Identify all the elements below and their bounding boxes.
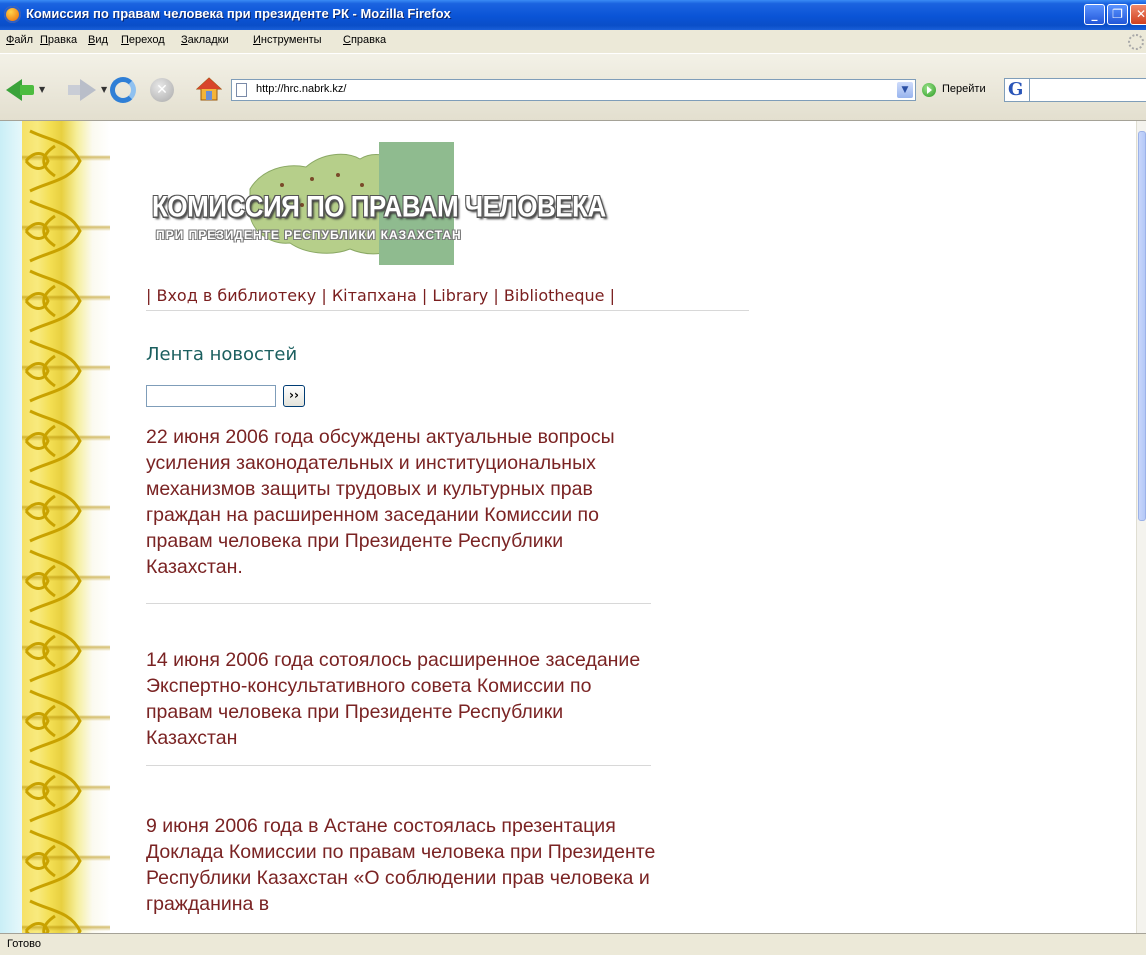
title-bar: Комиссия по правам человека при президен… (0, 0, 1146, 30)
home-icon[interactable] (195, 76, 223, 102)
news-feed-heading: Лента новостей (146, 344, 298, 365)
menu-tools[interactable]: Инструменты (253, 34, 322, 46)
link-library[interactable]: Library (432, 286, 488, 305)
firefox-icon (4, 6, 21, 23)
logo-subtitle: ПРИ ПРЕЗИДЕНТЕ РЕСПУБЛИКИ КАЗАХСТАН (156, 228, 462, 242)
ornament-motif (24, 829, 82, 893)
ornament-edge-strip (0, 121, 22, 933)
ornament-motif (24, 339, 82, 403)
ornament-motif (24, 409, 82, 473)
menu-help[interactable]: Справка (343, 34, 386, 46)
minimize-button[interactable]: _ (1084, 4, 1105, 25)
site-logo: КОМИССИЯ ПО ПРАВАМ ЧЕЛОВЕКА ПРИ ПРЕЗИДЕН… (146, 141, 606, 267)
reload-icon[interactable] (110, 77, 136, 103)
logo-title: КОМИССИЯ ПО ПРАВАМ ЧЕЛОВЕКА (152, 189, 606, 224)
window-title: Комиссия по правам человека при президен… (26, 6, 451, 21)
address-bar[interactable]: http://hrc.nabrk.kz/ ▼ (231, 79, 916, 101)
throbber-icon (1128, 34, 1144, 50)
scrollbar-thumb[interactable] (1138, 131, 1146, 521)
link-library-login[interactable]: Вход в библиотеку (156, 286, 316, 305)
ornament-motif (24, 899, 82, 933)
news-item[interactable]: 22 июня 2006 года обсуждены актуальные в… (146, 424, 656, 580)
close-button[interactable]: ✕ (1130, 4, 1146, 25)
status-bar: Готово (0, 933, 1146, 955)
stop-icon[interactable]: ✕ (150, 78, 174, 102)
ornament-motif (24, 269, 82, 333)
menu-edit[interactable]: Правка (40, 34, 77, 46)
go-label: Перейти (942, 83, 986, 95)
url-dropdown-icon[interactable]: ▼ (897, 82, 913, 98)
menu-bar: Файл Правка Вид Переход Закладки Инструм… (0, 30, 1146, 54)
ornament-motif (24, 549, 82, 613)
news-search-button[interactable]: ›› (283, 385, 305, 407)
back-history-dropdown-icon[interactable]: ▼ (39, 85, 45, 94)
divider (146, 765, 651, 766)
news-search-input[interactable] (146, 385, 276, 407)
news-item[interactable]: 9 июня 2006 года в Астане состоялась пре… (146, 813, 656, 917)
web-search-input[interactable] (1030, 78, 1146, 102)
menu-bookmarks[interactable]: Закладки (181, 34, 229, 46)
ornament-motif (24, 129, 82, 193)
search-engine-icon[interactable]: G (1004, 78, 1030, 102)
menu-view[interactable]: Вид (88, 34, 108, 46)
ornament-motif (24, 619, 82, 683)
page-content: КОМИССИЯ ПО ПРАВАМ ЧЕЛОВЕКА ПРИ ПРЕЗИДЕН… (0, 121, 1136, 933)
divider (146, 603, 651, 604)
ornament-motif (24, 689, 82, 753)
news-item[interactable]: 14 июня 2006 года сотоялось расширенное … (146, 647, 656, 751)
ornament-motif (24, 479, 82, 543)
maximize-button[interactable]: ❐ (1107, 4, 1128, 25)
back-button[interactable] (20, 85, 34, 95)
ornament-motif (24, 759, 82, 823)
library-links: | Вход в библиотеку | Кітапхана | Librar… (146, 286, 615, 305)
forward-arrow-icon[interactable] (80, 79, 96, 101)
menu-go[interactable]: Переход (121, 34, 165, 46)
url-text[interactable]: http://hrc.nabrk.kz/ (256, 83, 346, 95)
page-icon (236, 83, 247, 97)
divider (146, 310, 749, 311)
status-text: Готово (7, 938, 41, 950)
ornament-motif (24, 199, 82, 263)
link-bibliotheque[interactable]: Bibliotheque (504, 286, 605, 305)
menu-file[interactable]: Файл (6, 34, 33, 46)
go-icon (922, 83, 936, 97)
link-kitapkhana[interactable]: Кітапхана (332, 286, 417, 305)
forward-history-dropdown-icon[interactable]: ▼ (101, 85, 107, 94)
